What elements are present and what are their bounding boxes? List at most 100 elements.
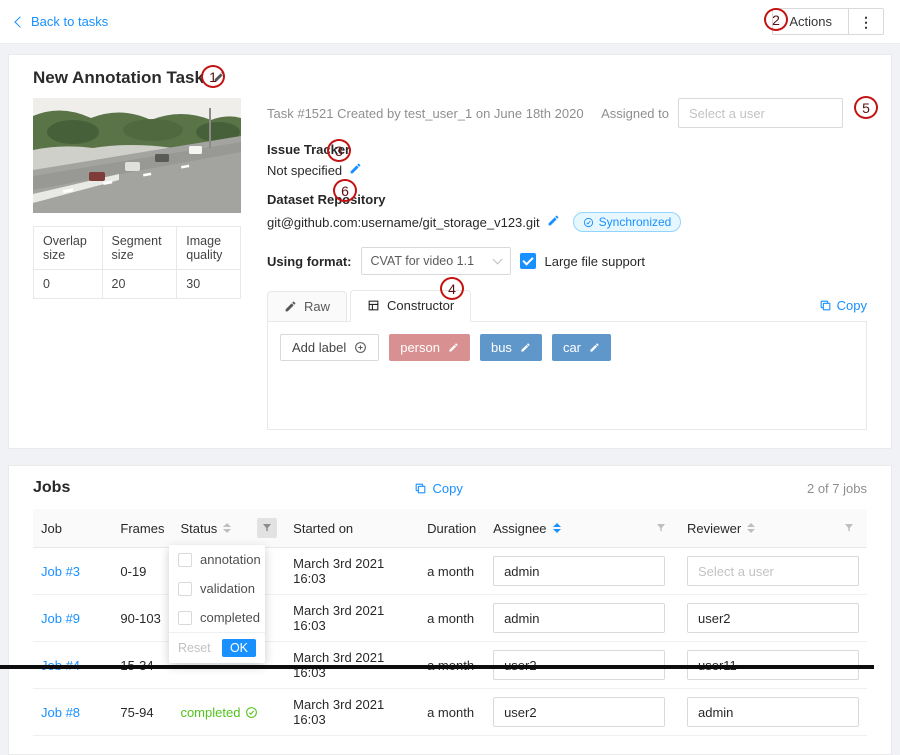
job-duration: a month	[427, 611, 474, 626]
filter-option-label: validation	[200, 581, 255, 596]
job-started: March 3rd 2021 16:03	[293, 697, 384, 727]
sync-check-icon	[583, 217, 594, 228]
copy-icon	[414, 482, 427, 495]
filter-option-label: annotation	[200, 552, 261, 567]
assignee-sorter-icon[interactable]	[553, 523, 561, 533]
filter-option-label: completed	[200, 610, 260, 625]
synchronized-badge: Synchronized	[573, 212, 682, 232]
tab-raw-label: Raw	[304, 299, 330, 314]
job-assignee-select[interactable]: admin	[493, 556, 665, 586]
column-started-on: Started on	[293, 521, 353, 536]
job-reviewer-select[interactable]: Select a user	[687, 556, 859, 586]
checkbox-unchecked[interactable]	[178, 611, 192, 625]
back-to-tasks-link[interactable]: Back to tasks	[16, 14, 108, 29]
job-assignee-select[interactable]: user2	[493, 697, 665, 727]
column-duration: Duration	[427, 521, 476, 536]
format-label: Using format:	[267, 254, 352, 269]
edit-label-icon[interactable]	[448, 342, 459, 353]
issue-tracker-value: Not specified	[267, 163, 342, 178]
checkbox-unchecked[interactable]	[178, 553, 192, 567]
filter-reset-button[interactable]: Reset	[178, 641, 211, 655]
jobs-title: Jobs	[33, 479, 70, 497]
job-assignee-value: admin	[504, 611, 539, 626]
task-title: New Annotation Task	[33, 68, 204, 88]
assigned-to-group: Assigned to Select a user	[601, 98, 843, 128]
param-header-segment: Segment size	[102, 227, 177, 270]
status-filter-icon[interactable]	[257, 518, 277, 538]
annotation-circle-1: 1	[201, 65, 225, 88]
back-to-tasks-label: Back to tasks	[31, 14, 108, 29]
job-link[interactable]: Job #8	[41, 705, 80, 720]
task-preview-column: Overlap size Segment size Image quality …	[33, 98, 241, 430]
filter-option-validation[interactable]: validation	[169, 574, 265, 603]
add-label-text: Add label	[292, 340, 346, 355]
assignee-select[interactable]: Select a user	[678, 98, 843, 128]
labels-copy-link[interactable]: Copy	[819, 298, 867, 321]
edit-label-icon[interactable]	[589, 342, 600, 353]
task-card: New Annotation Task	[8, 54, 892, 449]
block-icon	[367, 299, 380, 312]
jobs-table: Job Frames Status Started on Duration As	[33, 509, 867, 736]
column-frames: Frames	[120, 521, 164, 536]
status-sorter-icon[interactable]	[223, 523, 231, 533]
job-reviewer-select[interactable]: admin	[687, 697, 859, 727]
job-row: Job #9 90-103 March 3rd 2021 16:03 a mon…	[33, 595, 867, 642]
job-assignee-value: user2	[504, 705, 537, 720]
reviewer-sorter-icon[interactable]	[747, 523, 755, 533]
actions-button-group: Actions ⋮	[772, 8, 884, 35]
task-params-table: Overlap size Segment size Image quality …	[33, 226, 241, 299]
edit-repository-icon[interactable]	[547, 214, 560, 230]
job-reviewer-value: admin	[698, 705, 733, 720]
jobs-card: Jobs Copy 2 of 7 jobs Job Frames Status	[8, 465, 892, 755]
edit-label-icon[interactable]	[520, 342, 531, 353]
param-value-segment: 20	[102, 270, 177, 299]
label-tag-bus[interactable]: bus	[480, 334, 542, 361]
issue-tracker-label: Issue Tracker	[267, 142, 867, 157]
format-value: CVAT for video 1.1	[371, 254, 475, 268]
label-tag-person[interactable]: person	[389, 334, 470, 361]
column-reviewer[interactable]: Reviewer	[687, 521, 741, 536]
filter-ok-button[interactable]: OK	[222, 639, 256, 657]
window-bottom-edge	[0, 665, 874, 669]
job-status-completed: completed	[180, 705, 258, 720]
param-header-overlap: Overlap size	[34, 227, 103, 270]
filter-option-completed[interactable]: completed	[169, 603, 265, 632]
task-title-row: New Annotation Task	[33, 68, 867, 88]
filter-option-annotation[interactable]: annotation	[169, 545, 265, 574]
chevron-down-icon	[492, 255, 502, 265]
label-tag-car[interactable]: car	[552, 334, 611, 361]
job-assignee-select[interactable]: admin	[493, 603, 665, 633]
assignee-placeholder: Select a user	[689, 106, 765, 121]
annotation-circle-2: 2	[764, 8, 788, 31]
vertical-dots-icon: ⋮	[859, 14, 873, 30]
copy-icon	[819, 299, 832, 312]
tab-raw[interactable]: Raw	[267, 291, 347, 321]
reviewer-filter-icon[interactable]	[839, 518, 859, 538]
annotation-circle-5: 5	[854, 96, 878, 119]
column-status[interactable]: Status	[180, 521, 217, 536]
annotation-circle-6: 6	[333, 179, 357, 202]
param-value-quality: 30	[177, 270, 241, 299]
column-assignee[interactable]: Assignee	[493, 521, 546, 536]
add-label-button[interactable]: Add label	[280, 334, 379, 361]
job-link[interactable]: Job #3	[41, 564, 80, 579]
job-duration: a month	[427, 564, 474, 579]
task-details-page: Back to tasks Actions ⋮ New Annotation T…	[0, 0, 900, 669]
jobs-count: 2 of 7 jobs	[807, 481, 867, 496]
annotation-circle-4: 4	[440, 277, 464, 300]
task-preview-image	[33, 98, 241, 213]
edit-issue-tracker-icon[interactable]	[349, 162, 362, 178]
job-reviewer-value: user2	[698, 611, 731, 626]
job-frames: 0-19	[120, 564, 146, 579]
format-select[interactable]: CVAT for video 1.1	[361, 247, 511, 275]
job-reviewer-select[interactable]: user2	[687, 603, 859, 633]
large-file-checkbox[interactable]	[520, 253, 536, 269]
labels-constructor-panel: Add label person bus car	[267, 322, 867, 430]
checkbox-unchecked[interactable]	[178, 582, 192, 596]
job-link[interactable]: Job #9	[41, 611, 80, 626]
more-actions-button[interactable]: ⋮	[848, 8, 884, 35]
jobs-header-row: Job Frames Status Started on Duration As	[33, 509, 867, 548]
jobs-copy-link[interactable]: Copy	[414, 481, 462, 496]
assignee-filter-icon[interactable]	[651, 518, 671, 538]
tab-constructor-label: Constructor	[387, 298, 454, 313]
